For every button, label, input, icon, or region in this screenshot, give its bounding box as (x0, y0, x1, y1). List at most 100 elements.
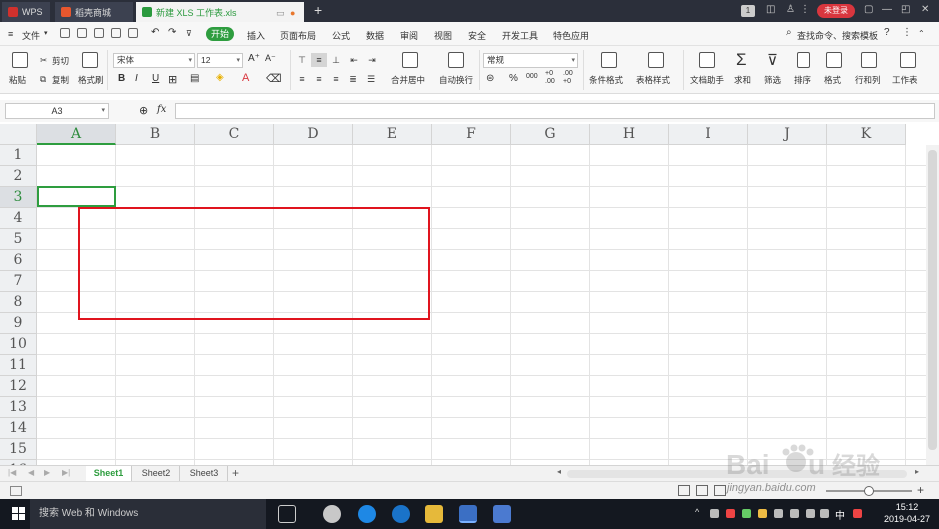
save-as-icon[interactable] (77, 28, 87, 38)
reading-view-icon[interactable] (714, 485, 726, 496)
table-style-button[interactable]: 表格样式 (636, 74, 670, 86)
page-break-view-icon[interactable] (696, 485, 708, 496)
row-header-4[interactable]: 4 (0, 208, 37, 229)
menu-review[interactable]: 审阅 (400, 29, 418, 42)
close-icon[interactable]: ✕ (921, 4, 929, 15)
paste-icon[interactable] (12, 52, 28, 68)
volume-icon[interactable] (790, 509, 799, 518)
row-header-2[interactable]: 2 (0, 166, 37, 187)
distribute-icon[interactable]: ☰ (366, 74, 376, 84)
row-header-3[interactable]: 3 (0, 187, 37, 208)
filter-icon[interactable]: ⊽ (767, 51, 778, 69)
column-header-k[interactable]: K (827, 124, 906, 145)
insert-function-button[interactable]: fx (157, 104, 166, 115)
tray-icon[interactable] (774, 509, 783, 518)
redo-icon[interactable]: ↷ (168, 27, 176, 38)
row-header-15[interactable]: 15 (0, 439, 37, 460)
network-icon[interactable] (806, 509, 815, 518)
macro-icon[interactable] (10, 486, 22, 496)
font-grow-icon[interactable]: A⁺ (248, 53, 260, 64)
normal-view-icon[interactable] (678, 485, 690, 496)
more-options-icon[interactable]: ⋮ (902, 27, 912, 38)
wps-app-icon[interactable] (493, 505, 511, 523)
export-pdf-icon[interactable] (94, 28, 104, 38)
column-header-g[interactable]: G (511, 124, 590, 145)
column-header-j[interactable]: J (748, 124, 827, 145)
align-left-icon[interactable]: ≡ (297, 74, 307, 84)
underline-button[interactable]: U (152, 73, 159, 84)
row-header-14[interactable]: 14 (0, 418, 37, 439)
sheet-tab-1[interactable]: Sheet1 (86, 466, 132, 481)
align-top-icon[interactable]: ⊤ (297, 55, 307, 65)
zoom-search-icon[interactable]: ⊕ (139, 104, 148, 117)
horizontal-scrollbar[interactable] (567, 470, 907, 478)
table-style-icon[interactable] (648, 52, 664, 68)
decrease-indent-icon[interactable]: ⇤ (349, 55, 359, 65)
sum-icon[interactable]: Σ (736, 50, 747, 70)
spreadsheet-grid[interactable]: ABCDEFGHIJK 12345678910111213141516 (0, 124, 926, 465)
column-header-f[interactable]: F (432, 124, 511, 145)
hamburger-icon[interactable]: ≡ (8, 29, 13, 39)
font-size-select[interactable]: 12 (197, 53, 243, 68)
sheet-tab-2[interactable]: Sheet2 (133, 466, 180, 481)
row-header-12[interactable]: 12 (0, 376, 37, 397)
sort-button[interactable]: 排序 (794, 74, 811, 86)
help-icon[interactable]: ? (884, 27, 890, 38)
column-header-a[interactable]: A (37, 124, 116, 145)
increase-indent-icon[interactable]: ⇥ (367, 55, 377, 65)
row-header-6[interactable]: 6 (0, 250, 37, 271)
align-center-icon[interactable]: ≡ (314, 74, 324, 84)
menu-insert[interactable]: 插入 (247, 29, 265, 42)
next-sheet-icon[interactable]: ▶ (44, 468, 50, 477)
search-icon[interactable]: ⌕ (786, 27, 792, 38)
fill-pattern-icon[interactable]: ▤ (190, 73, 199, 84)
fill-color-icon[interactable]: ◈ (216, 72, 224, 83)
menu-special-apps[interactable]: 特色应用 (553, 29, 589, 42)
increase-decimal-button[interactable]: +0 .00 (545, 70, 561, 86)
column-header-b[interactable]: B (116, 124, 195, 145)
more-icon[interactable]: ⋮ (800, 4, 810, 15)
login-button[interactable]: 未登录 (817, 4, 855, 18)
merge-center-icon[interactable] (402, 52, 418, 68)
scissors-icon[interactable]: ✂ (40, 55, 47, 66)
minimize-icon[interactable]: — (882, 4, 892, 15)
scroll-left-icon[interactable]: ◂ (557, 467, 561, 476)
doc-helper-icon[interactable] (699, 52, 715, 68)
tab-wps-home[interactable]: WPS (2, 2, 50, 22)
paste-button[interactable]: 粘贴 (9, 74, 26, 86)
maximize-icon[interactable]: ◰ (901, 4, 910, 15)
prev-sheet-icon[interactable]: ◀ (28, 468, 34, 477)
taskbar-search[interactable]: 搜索 Web 和 Windows (30, 499, 266, 529)
column-header-i[interactable]: I (669, 124, 748, 145)
column-header-c[interactable]: C (195, 124, 274, 145)
active-cell[interactable] (37, 186, 116, 207)
menu-security[interactable]: 安全 (468, 29, 486, 42)
align-bottom-icon[interactable]: ⊥ (331, 55, 341, 65)
format-painter-icon[interactable] (82, 52, 98, 68)
column-header-e[interactable]: E (353, 124, 432, 145)
italic-button[interactable]: I (135, 73, 138, 84)
zoom-slider-knob[interactable] (864, 486, 874, 496)
font-shrink-icon[interactable]: A⁻ (265, 53, 276, 64)
kugou-icon[interactable] (358, 505, 376, 523)
command-search[interactable]: 查找命令、搜索模板 (797, 29, 878, 42)
notification-icon[interactable] (820, 509, 829, 518)
scroll-right-icon[interactable]: ▸ (915, 467, 919, 476)
windows-start-icon[interactable] (12, 507, 26, 521)
align-middle-icon[interactable]: ≡ (311, 53, 327, 67)
format-button[interactable]: 格式 (824, 74, 841, 86)
menu-data[interactable]: 数据 (366, 29, 384, 42)
customize-icon[interactable]: ⊽ (186, 29, 192, 38)
format-painter-button[interactable]: 格式刷 (78, 74, 104, 86)
conditional-format-icon[interactable] (601, 52, 617, 68)
column-header-h[interactable]: H (590, 124, 669, 145)
wrap-text-icon[interactable] (448, 52, 464, 68)
ie-browser-icon[interactable] (392, 505, 410, 523)
worksheet-button[interactable]: 工作表 (892, 74, 918, 86)
skin-icon[interactable]: ◫ (766, 4, 775, 15)
row-header-1[interactable]: 1 (0, 145, 37, 166)
column-header-d[interactable]: D (274, 124, 353, 145)
window-icon[interactable]: ▭ (276, 8, 285, 19)
filter-button[interactable]: 筛选 (764, 74, 781, 86)
font-name-select[interactable]: 宋体 (113, 53, 195, 68)
